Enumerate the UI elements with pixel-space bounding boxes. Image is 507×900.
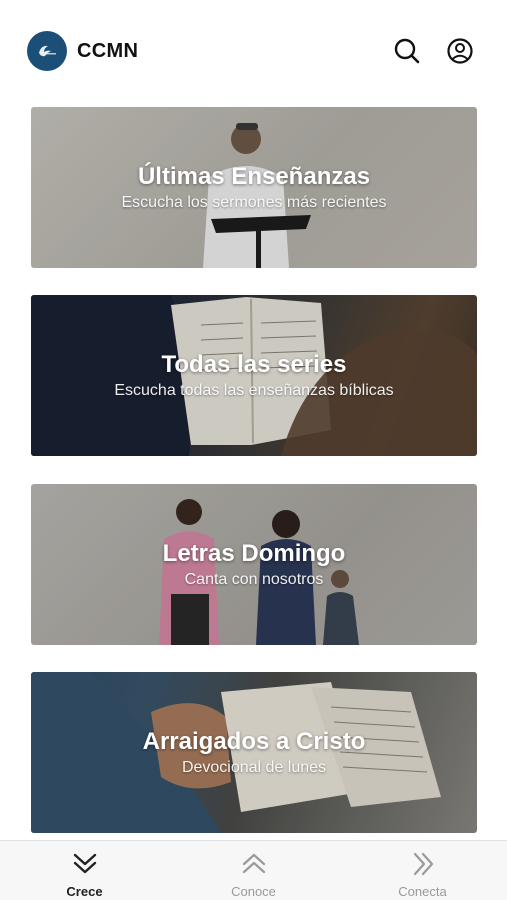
card-title: Últimas Enseñanzas [137,163,371,190]
card-subtitle: Devocional de lunes [181,759,327,776]
card-ultimas-ensenanzas[interactable]: Últimas Enseñanzas Escucha los sermones … [31,107,477,268]
card-arraigados-a-cristo[interactable]: Arraigados a Cristo Devocional de lunes [31,672,477,833]
double-chevron-right-icon [413,852,434,876]
ccmn-logo-mark [39,45,56,57]
tab-conecta[interactable]: Conecta [338,841,507,900]
tab-label: Conoce [231,884,276,899]
app-title: CCMN [77,40,139,62]
card-title: Letras Domingo [162,540,346,567]
app-header: CCMN [0,0,507,100]
search-icon[interactable] [393,37,421,65]
card-title: Arraigados a Cristo [142,728,366,755]
tab-label: Conecta [398,884,447,899]
account-circle-icon[interactable] [446,37,474,65]
ccmn-logo[interactable] [27,31,67,71]
tab-conoce[interactable]: Conoce [169,841,338,900]
tab-crece[interactable]: Crece [0,841,169,900]
double-chevron-up-icon [242,853,266,874]
bottom-tab-bar: Crece Conoce Conecta [0,840,507,900]
card-subtitle: Escucha todas las enseñanzas bíblicas [114,382,394,399]
card-title: Todas las series [161,351,347,378]
card-subtitle: Canta con nosotros [184,571,324,588]
card-letras-domingo[interactable]: Letras Domingo Canta con nosotros [31,484,477,645]
double-chevron-down-icon [73,853,97,874]
card-subtitle: Escucha los sermones más recientes [121,194,387,211]
card-todas-las-series[interactable]: Todas las series Escucha todas las enseñ… [31,295,477,456]
tab-label: Crece [66,884,103,899]
